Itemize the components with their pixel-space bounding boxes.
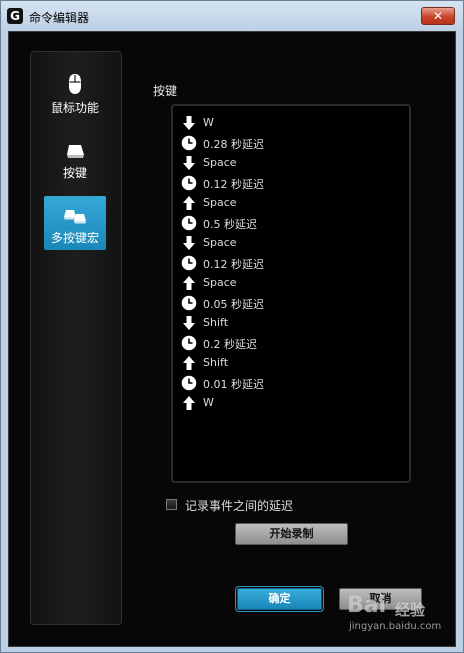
macro-row-text: Space <box>203 156 237 169</box>
sidebar-item-mouse-function[interactable]: 鼠标功能 <box>44 66 106 120</box>
key-down-arrow-icon <box>181 115 197 131</box>
macro-row-text: 0.01 秒延迟 <box>203 378 264 391</box>
macro-row-text: W <box>203 396 214 409</box>
ok-button[interactable]: 确定 <box>237 588 322 610</box>
macro-list[interactable]: W 0.28 秒延迟 Space 0.12 秒延迟 Space 0.5 秒延迟 Space 0… <box>171 104 411 483</box>
command-editor-window: G 命令编辑器 ✕ 鼠标功能 按键 多按键宏 按键 W 0.28 秒延迟 Spa… <box>0 0 464 653</box>
mouse-icon <box>69 74 81 94</box>
logitech-logo-icon: G <box>7 8 23 24</box>
macro-row-text: W <box>203 116 214 129</box>
key-up-arrow-icon <box>181 195 197 211</box>
key-up-arrow-icon <box>181 395 197 411</box>
key-icon <box>67 145 84 158</box>
window-title: 命令编辑器 <box>29 11 90 25</box>
close-button[interactable]: ✕ <box>421 7 455 25</box>
editor-panel: 鼠标功能 按键 多按键宏 按键 W 0.28 秒延迟 Space 0.12 秒延… <box>8 31 456 647</box>
sidebar-item-label: 按键 <box>62 166 87 180</box>
macro-row-text: Space <box>203 236 237 249</box>
macro-row-text: 0.28 秒延迟 <box>203 138 264 151</box>
start-recording-button[interactable]: 开始录制 <box>235 523 348 545</box>
macro-row-text: 0.5 秒延迟 <box>203 218 257 231</box>
watermark-logo: Bai <box>347 593 387 618</box>
record-delays-label: 记录事件之间的延迟 <box>185 499 294 513</box>
key-up-arrow-icon <box>181 275 197 291</box>
key-down-arrow-icon <box>181 315 197 331</box>
key-down-arrow-icon <box>181 235 197 251</box>
clock-icon <box>181 295 197 311</box>
sidebar-item-label: 鼠标功能 <box>50 101 99 115</box>
title-bar[interactable]: G 命令编辑器 ✕ <box>1 1 463 31</box>
macro-row-text: Shift <box>203 356 229 369</box>
macro-row-text: 0.12 秒延迟 <box>203 178 264 191</box>
clock-icon <box>181 135 197 151</box>
clock-icon <box>181 215 197 231</box>
macro-row-text: Space <box>203 196 237 209</box>
watermark-url: jingyan.baidu.com <box>349 621 442 632</box>
macro-row-text: 0.12 秒延迟 <box>203 258 264 271</box>
macro-row-text: Shift <box>203 316 229 329</box>
macro-row-text: Space <box>203 276 237 289</box>
sidebar-item-multi-key-macro[interactable]: 多按键宏 <box>44 196 106 250</box>
record-delays-checkbox[interactable] <box>166 499 177 510</box>
baidu-jingyan-watermark: Bai 经验 jingyan.baidu.com <box>347 591 447 639</box>
multi-key-icon <box>64 210 86 224</box>
clock-icon <box>181 335 197 351</box>
clock-icon <box>181 255 197 271</box>
watermark-brand: 经验 <box>395 601 426 619</box>
clock-icon <box>181 375 197 391</box>
key-down-arrow-icon <box>181 155 197 171</box>
keystrokes-label: 按键 <box>153 84 178 98</box>
macro-row-text: 0.2 秒延迟 <box>203 338 257 351</box>
key-up-arrow-icon <box>181 355 197 371</box>
command-type-sidebar: 鼠标功能 按键 多按键宏 <box>30 51 122 625</box>
macro-row-text: 0.05 秒延迟 <box>203 298 264 311</box>
sidebar-item-keystroke[interactable]: 按键 <box>44 131 106 185</box>
clock-icon <box>181 175 197 191</box>
sidebar-item-label: 多按键宏 <box>50 231 99 245</box>
